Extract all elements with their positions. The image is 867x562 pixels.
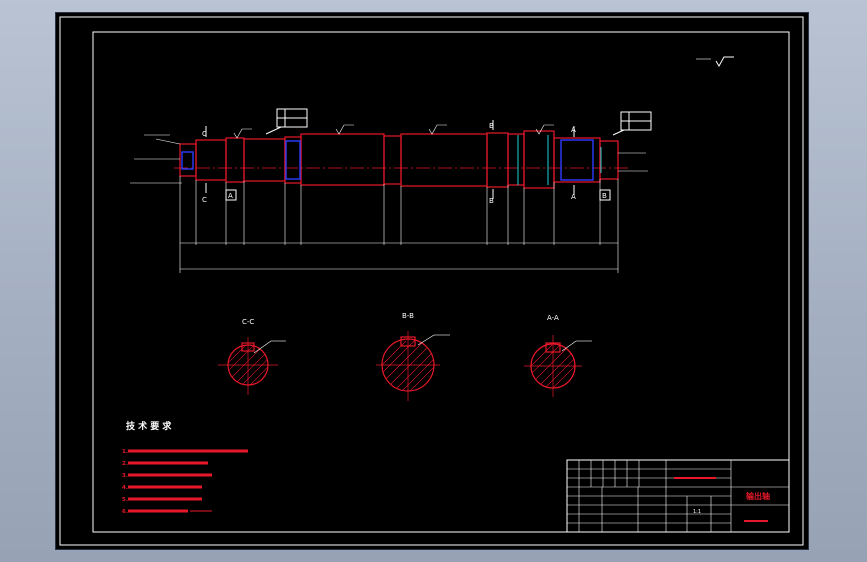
svg-text:B-B: B-B [402,312,414,320]
svg-text:B: B [489,197,494,205]
extension-lines [179,176,619,273]
svg-text:A: A [228,192,233,200]
technical-requirements: 技 术 要 求 1. 2. 3. 4. 5. 6. [122,420,248,515]
svg-text:B: B [489,122,494,130]
roughness-note [696,56,734,67]
svg-text:6.: 6. [122,509,128,515]
dimension-lines [180,242,618,270]
svg-text:C: C [202,130,207,138]
inner-frame [92,31,790,533]
svg-text:A: A [571,126,576,134]
shaft-drawing: C C B B A A A B C-C B-B A-A 技 术 要 求 1. 2… [59,16,804,546]
svg-text:输出轴: 输出轴 [746,491,770,501]
svg-text:技 术 要 求: 技 术 要 求 [126,420,172,432]
svg-text:C-C: C-C [242,318,254,326]
tolerance-frames [265,108,652,136]
outer-frame [59,16,804,546]
svg-text:C: C [202,196,207,204]
svg-text:1:1: 1:1 [693,509,701,515]
section-bb: B-B [376,312,450,401]
left-leaders [130,134,182,184]
svg-text:3.: 3. [122,473,128,479]
cad-viewport[interactable]: C C B B A A A B C-C B-B A-A 技 术 要 求 1. 2… [55,12,809,550]
section-cc: C-C [218,318,286,395]
svg-text:5.: 5. [122,497,128,503]
svg-text:2.: 2. [122,461,128,467]
datum-boxes: A B [225,189,611,201]
section-markers: C C B B A A [202,120,576,205]
svg-text:4.: 4. [122,485,128,491]
svg-text:1.: 1. [122,449,128,455]
svg-text:B: B [602,192,607,200]
accent-lines [517,135,602,185]
title-block: 输出轴 1:1 [566,459,790,533]
section-aa: A-A [524,314,592,397]
shaft-body [179,130,619,189]
svg-text:A: A [571,193,576,201]
svg-text:A-A: A-A [547,314,559,322]
